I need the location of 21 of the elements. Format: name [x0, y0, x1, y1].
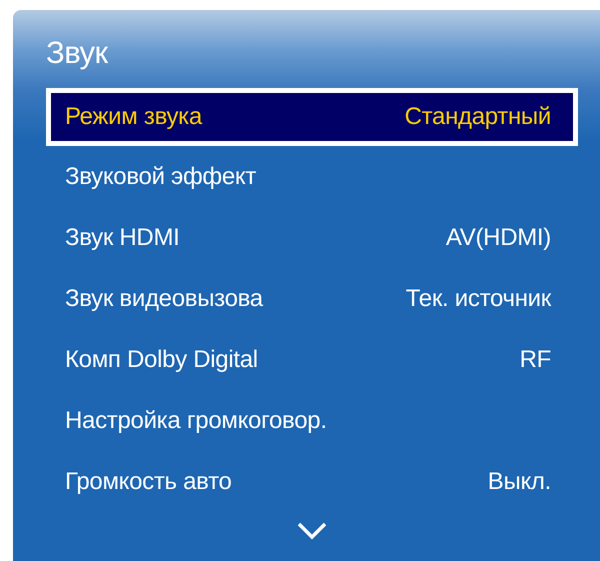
- item-value: AV(HDMI): [446, 222, 551, 252]
- menu-item[interactable]: Звуковой эффект: [46, 146, 578, 207]
- item-label: Настройка громкоговор.: [65, 406, 327, 436]
- item-value: Стандартный: [404, 102, 551, 132]
- menu-item[interactable]: Настройка громкоговор.: [46, 390, 578, 451]
- item-label: Громкость авто: [65, 466, 232, 496]
- menu-item[interactable]: Звук видеовызова Тек. источник: [46, 268, 578, 329]
- item-value: Выкл.: [488, 466, 551, 496]
- menu-item[interactable]: Звук HDMI AV(HDMI): [46, 207, 578, 268]
- item-label: Режим звука: [65, 102, 202, 132]
- item-label: Звук HDMI: [65, 222, 180, 252]
- item-value: Тек. источник: [406, 284, 551, 314]
- chevron-down-icon[interactable]: [297, 522, 327, 540]
- item-label: Звук видеовызова: [65, 284, 263, 314]
- item-label: Звуковой эффект: [65, 162, 256, 192]
- menu-item[interactable]: Громкость авто Выкл.: [46, 451, 578, 512]
- menu-item[interactable]: Режим звука Стандартный: [46, 88, 578, 146]
- menu-title: Звук: [46, 34, 109, 72]
- menu-item[interactable]: Комп Dolby Digital RF: [46, 329, 578, 390]
- item-value: RF: [520, 344, 551, 374]
- item-label: Комп Dolby Digital: [65, 344, 258, 374]
